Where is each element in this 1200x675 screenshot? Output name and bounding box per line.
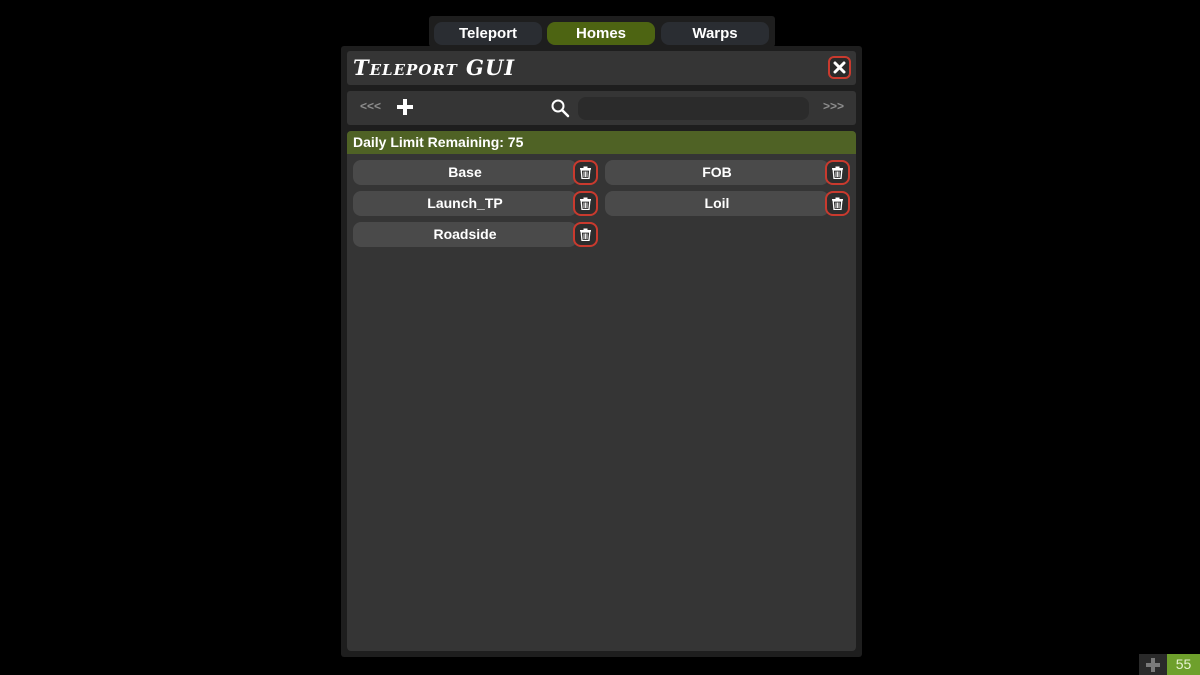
panel-title: Teleport GUI <box>353 55 516 80</box>
trash-icon <box>580 166 591 179</box>
delete-home-button[interactable] <box>573 160 598 185</box>
toolbar: <<< >>> <box>347 91 856 125</box>
delete-home-button[interactable] <box>825 160 850 185</box>
home-button[interactable]: Loil <box>605 191 829 216</box>
home-button[interactable]: Roadside <box>353 222 577 247</box>
plus-icon <box>397 99 413 115</box>
homes-content: Daily Limit Remaining: 75 Base FOB Launc… <box>347 131 856 651</box>
home-button[interactable]: Launch_TP <box>353 191 577 216</box>
search-input[interactable] <box>578 97 809 120</box>
next-page-button[interactable]: >>> <box>823 99 844 113</box>
home-button[interactable]: Base <box>353 160 577 185</box>
trash-icon <box>832 197 843 210</box>
close-button[interactable] <box>828 56 851 79</box>
corner-plus-button[interactable] <box>1139 654 1167 675</box>
tab-teleport[interactable]: Teleport <box>434 22 542 45</box>
delete-home-button[interactable] <box>573 222 598 247</box>
teleport-panel: Teleport GUI <<< >>> Daily Limit Remaini… <box>341 46 862 657</box>
add-home-button[interactable] <box>395 97 415 117</box>
tab-warps[interactable]: Warps <box>661 22 769 45</box>
tab-homes[interactable]: Homes <box>547 22 655 45</box>
counter-badge: 55 <box>1167 654 1200 675</box>
delete-home-button[interactable] <box>573 191 598 216</box>
top-tab-bar: Teleport Homes Warps <box>429 16 775 47</box>
trash-icon <box>832 166 843 179</box>
close-icon <box>833 61 846 74</box>
plus-icon <box>1146 657 1160 672</box>
title-bar: Teleport GUI <box>347 51 856 85</box>
search-icon <box>551 99 570 118</box>
trash-icon <box>580 197 591 210</box>
daily-limit-banner: Daily Limit Remaining: 75 <box>347 131 856 154</box>
delete-home-button[interactable] <box>825 191 850 216</box>
trash-icon <box>580 228 591 241</box>
corner-counter-widget: 55 <box>1139 654 1200 675</box>
home-button[interactable]: FOB <box>605 160 829 185</box>
prev-page-button[interactable]: <<< <box>360 99 381 113</box>
